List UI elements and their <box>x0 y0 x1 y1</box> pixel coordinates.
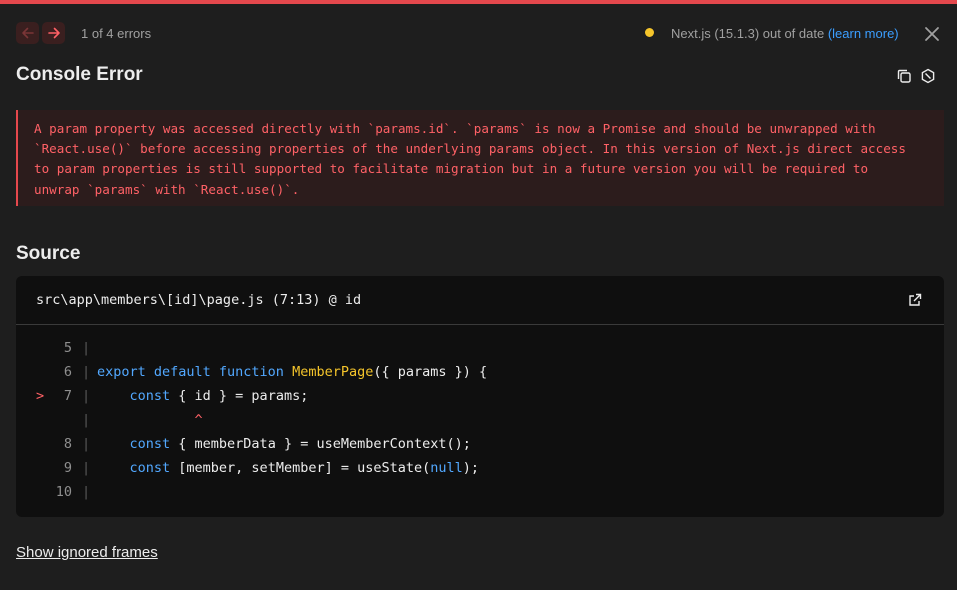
close-icon <box>925 27 939 41</box>
version-label: Next.js (15.1.3) out of date <box>671 26 825 41</box>
gutter-divider: | <box>82 388 91 404</box>
code-text: export default function MemberPage({ par… <box>97 360 487 384</box>
code-line: 9 | const [member, setMember] = useState(… <box>16 456 944 480</box>
gutter-divider: | <box>82 436 91 452</box>
code-line: 8 | const { memberData } = useMemberConte… <box>16 432 944 456</box>
line-number: 7 <box>63 388 72 404</box>
close-button[interactable] <box>922 24 942 44</box>
error-count: 1 of 4 errors <box>81 26 152 41</box>
source-heading: Source <box>16 243 81 264</box>
code-text: const { id } = params; <box>97 384 309 408</box>
gutter-divider: | <box>82 460 91 476</box>
arrow-left-icon <box>21 27 34 39</box>
learn-more-link[interactable]: (learn more) <box>828 26 899 41</box>
code-token: null <box>430 460 463 476</box>
external-link-icon <box>909 293 922 306</box>
code-token: const <box>129 436 171 452</box>
error-message: A param property was accessed directly w… <box>16 110 944 206</box>
error-overlay-dialog: 1 of 4 errors Next.js (15.1.3) out of da… <box>0 0 957 590</box>
code-token: (); <box>446 436 471 452</box>
nextjs-logo-icon <box>921 68 935 84</box>
code-token: export default function <box>97 364 293 380</box>
error-message-line: `React.use()` before accessing propertie… <box>34 141 906 157</box>
code-token: { memberData } = <box>170 436 317 452</box>
code-token: { id } = params; <box>170 388 309 404</box>
code-token: [member, setMember] = <box>170 460 358 476</box>
code-token: ^ <box>97 412 203 428</box>
code-token: useMemberContext <box>316 436 447 452</box>
code-line: 10 | <box>16 480 944 504</box>
error-accent-bar <box>0 0 957 4</box>
error-message-line: A param property was accessed directly w… <box>34 121 876 136</box>
code-frame: src\app\members\[id]\page.js (7:13) @ id… <box>16 276 944 517</box>
copy-error-button[interactable] <box>896 68 912 84</box>
code-token: const <box>129 460 171 476</box>
line-number: 5 <box>63 340 72 356</box>
source-file-path: src\app\members\[id]\page.js (7:13) @ id <box>36 292 362 308</box>
nextjs-docs-button[interactable] <box>920 68 936 84</box>
open-in-editor-button[interactable] <box>907 292 923 308</box>
gutter-divider: | <box>82 412 91 428</box>
arrow-right-icon <box>47 27 60 39</box>
code-line: >7 | const { id } = params; <box>16 384 944 408</box>
error-message-line: unwrap `params` with `React.use()`. <box>34 181 300 197</box>
code-token: ); <box>462 460 480 476</box>
line-number: 8 <box>63 436 72 452</box>
error-message-line: to param properties is still supported t… <box>34 161 869 177</box>
line-number: 6 <box>63 364 72 380</box>
code-text: const { memberData } = useMemberContext(… <box>97 432 471 456</box>
error-title: Console Error <box>16 64 143 85</box>
gutter-divider: | <box>82 364 91 380</box>
gutter-divider: | <box>82 484 91 500</box>
code-token: MemberPage <box>292 364 374 380</box>
copy-icon <box>897 69 911 83</box>
gutter-divider: | <box>82 340 91 356</box>
version-info: Next.js (15.1.3) out of date (learn more… <box>671 26 899 41</box>
code-line: | ^ <box>16 408 944 432</box>
code-token: useState <box>357 460 423 476</box>
code-line: 6 | export default function MemberPage({ p… <box>16 360 944 384</box>
code-token: ({ params }) { <box>373 364 488 380</box>
next-error-button[interactable] <box>42 22 65 44</box>
code-frame-header: src\app\members\[id]\page.js (7:13) @ id <box>16 276 944 325</box>
show-ignored-frames-button[interactable]: Show ignored frames <box>16 544 158 561</box>
previous-error-button[interactable] <box>16 22 39 44</box>
version-status-dot <box>645 28 654 37</box>
line-number: 10 <box>55 484 72 500</box>
code-token: const <box>129 388 171 404</box>
code-text: const [member, setMember] = useState(nul… <box>97 456 480 480</box>
code-text: ^ <box>97 408 203 432</box>
error-line-marker: > <box>36 388 45 404</box>
code-line: 5 | <box>16 336 944 360</box>
line-number: 9 <box>63 460 72 476</box>
